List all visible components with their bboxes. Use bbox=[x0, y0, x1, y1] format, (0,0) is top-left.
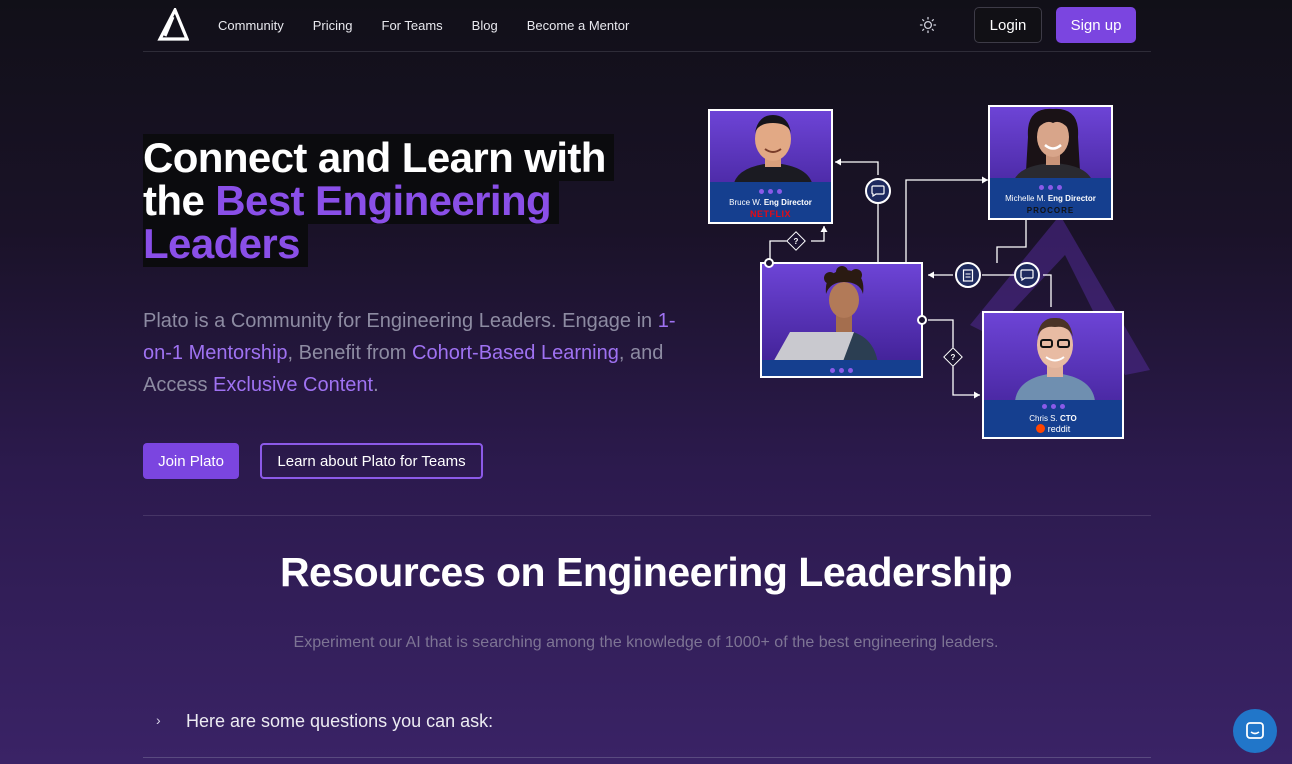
mentee-photo bbox=[772, 266, 878, 364]
reddit-icon bbox=[1035, 424, 1045, 433]
resources-subtitle: Experiment our AI that is searching amon… bbox=[293, 634, 999, 651]
mentor-role: CTO bbox=[1059, 414, 1077, 423]
top-nav: Community Pricing For Teams Blog Become … bbox=[143, 0, 1151, 52]
mentor-role: Eng Director bbox=[1047, 194, 1096, 203]
desc-text: . bbox=[373, 374, 379, 396]
desc-text: , Benefit from bbox=[287, 342, 413, 364]
document-icon bbox=[955, 262, 981, 288]
hero-title-line2a: the bbox=[143, 177, 216, 224]
mentee-card bbox=[760, 262, 923, 378]
company-name: reddit bbox=[1047, 424, 1071, 434]
mentor-name: Michelle M. bbox=[1005, 194, 1046, 203]
learn-teams-button[interactable]: Learn about Plato for Teams bbox=[260, 443, 483, 479]
sun-icon[interactable] bbox=[919, 16, 937, 34]
join-plato-button[interactable]: Join Plato bbox=[143, 443, 239, 479]
hero-title-line3: Leaders bbox=[143, 220, 308, 267]
chat-icon bbox=[1014, 262, 1040, 288]
mentor-photo bbox=[733, 115, 813, 187]
questions-accordion[interactable]: › Here are some questions you can ask: bbox=[143, 700, 1151, 758]
company-logo-netflix: NETFLIX bbox=[750, 209, 791, 219]
nav-link-for-teams[interactable]: For Teams bbox=[382, 18, 443, 33]
company-logo-reddit: reddit bbox=[984, 424, 1122, 434]
hero-description: Plato is a Community for Engineering Lea… bbox=[143, 305, 703, 401]
questions-label: Here are some questions you can ask: bbox=[186, 711, 494, 731]
mentor-name: Chris S. bbox=[1029, 414, 1058, 423]
nav-link-pricing[interactable]: Pricing bbox=[313, 18, 353, 33]
nav-link-community[interactable]: Community bbox=[218, 18, 284, 33]
mentor-photo bbox=[1013, 108, 1093, 183]
resources-title: Resources on Engineering Leadership bbox=[279, 549, 1013, 595]
hero-title-line1: Connect and Learn with bbox=[143, 134, 614, 181]
hero-title-line2b: Best Engineering bbox=[215, 177, 552, 224]
connector-dot bbox=[917, 315, 927, 325]
messenger-icon[interactable] bbox=[1233, 709, 1277, 753]
mentor-card-bruce: Bruce W. Eng Director NETFLIX bbox=[708, 109, 833, 224]
mentor-photo bbox=[1015, 317, 1095, 401]
desc-text: Plato is a Community for Engineering Lea… bbox=[143, 310, 658, 332]
nav-link-blog[interactable]: Blog bbox=[472, 18, 498, 33]
connector-dot bbox=[764, 258, 774, 268]
nav-links: Community Pricing For Teams Blog Become … bbox=[218, 0, 629, 50]
link-exclusive-content[interactable]: Exclusive Content bbox=[213, 374, 373, 396]
mentor-network-illustration: Bruce W. Eng Director NETFLIX Michelle M… bbox=[700, 95, 1160, 450]
chevron-right-icon[interactable]: › bbox=[156, 712, 161, 728]
signup-button[interactable]: Sign up bbox=[1056, 7, 1136, 43]
company-logo-procore: PROCORE bbox=[1026, 206, 1075, 215]
logo-triangle-icon[interactable] bbox=[157, 8, 189, 42]
hero-title: Connect and Learn with the Best Engineer… bbox=[143, 134, 614, 267]
nav-link-become-mentor[interactable]: Become a Mentor bbox=[527, 18, 630, 33]
section-divider bbox=[143, 515, 1151, 516]
mentor-name: Bruce W. bbox=[729, 198, 762, 207]
mentor-card-michelle: Michelle M. Eng Director PROCORE bbox=[988, 105, 1113, 220]
link-cohort-learning[interactable]: Cohort-Based Learning bbox=[412, 342, 619, 364]
card-dots bbox=[710, 189, 831, 194]
mentor-role: Eng Director bbox=[763, 198, 812, 207]
card-dots bbox=[984, 404, 1122, 409]
card-dots bbox=[762, 368, 921, 373]
card-dots bbox=[990, 185, 1111, 190]
mentor-card-chris: Chris S. CTO reddit bbox=[982, 311, 1124, 439]
chat-icon bbox=[865, 178, 891, 204]
login-button[interactable]: Login bbox=[974, 7, 1042, 43]
